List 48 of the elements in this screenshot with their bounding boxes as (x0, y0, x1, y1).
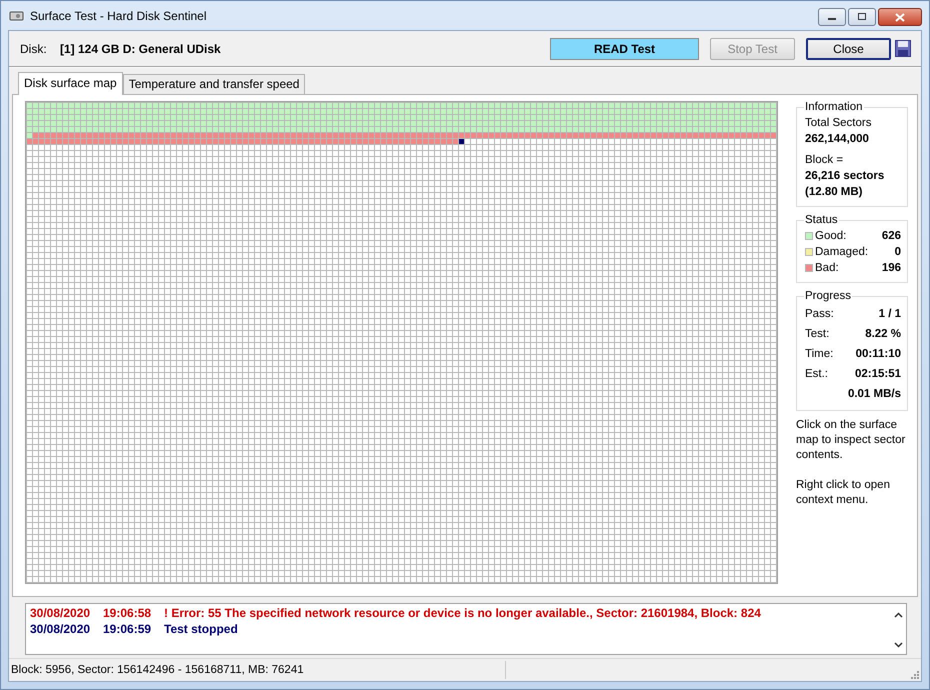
progress-label: Test: (805, 327, 830, 342)
close-button[interactable] (878, 8, 922, 26)
log-time: 19:06:59 (103, 621, 152, 637)
group-title: Information (804, 101, 864, 113)
maximize-icon (857, 13, 867, 21)
status-label: Good: (815, 229, 848, 244)
info-value: 262,144,000 (805, 132, 870, 147)
hint-text: Click on the surface map to inspect sector contents. (796, 418, 906, 463)
progress-value: 0.01 MB/s (848, 387, 901, 402)
scroll-up-icon[interactable] (894, 612, 902, 618)
log-time: 19:06:58 (103, 605, 152, 621)
scroll-down-icon[interactable] (894, 642, 902, 648)
info-label: Block = (805, 153, 844, 168)
tab[interactable]: Disk surface map (18, 72, 123, 95)
toolbar-button[interactable]: Close (806, 38, 891, 60)
progress-label: Est.: (805, 367, 830, 382)
group-title: Progress (804, 290, 852, 302)
maximize-button[interactable] (848, 8, 876, 26)
close-icon (895, 12, 905, 22)
status-label: Bad: (815, 261, 840, 276)
progress-value: 02:15:51 (854, 367, 901, 382)
progress-label: Pass: (805, 307, 835, 322)
status-count: 196 (882, 261, 901, 276)
progress-value: 00:11:10 (856, 347, 901, 362)
log-message: Test stopped (164, 621, 238, 637)
hint-text: Right click to open context menu. (796, 478, 891, 508)
save-icon[interactable] (895, 40, 911, 57)
log-date: 30/08/2020 (30, 621, 92, 637)
tab[interactable]: Temperature and transfer speed (122, 74, 306, 94)
info-label: Total Sectors (805, 116, 872, 131)
log-date: 30/08/2020 (30, 605, 92, 621)
resize-grip-icon[interactable] (909, 669, 919, 679)
status-text: Block: 5956, Sector: 156142496 - 156168711, MB: 76241 (11, 664, 305, 676)
window-title: Surface Test - Hard Disk Sentinel (30, 8, 207, 22)
progress-value: 1 / 1 (878, 307, 901, 322)
disk-label: Disk: (20, 42, 48, 56)
info-value: 26,216 sectors (805, 169, 886, 184)
progress-value: 8.22 % (865, 327, 901, 342)
disk-name: [1] 124 GB D: General UDisk (60, 42, 221, 56)
status-label: Damaged: (815, 245, 870, 260)
toolbar-button[interactable]: READ Test (550, 38, 699, 60)
status-count: 0 (894, 245, 901, 260)
status-count: 626 (882, 229, 901, 244)
progress-label: Time: (805, 347, 834, 362)
info-value: (12.80 MB) (805, 185, 864, 200)
log-message: ! Error: 55 The specified network resource or device is no longer available., Sector: 21601984, Block: 824 (164, 605, 761, 621)
minimize-button[interactable] (818, 8, 846, 26)
group-title: Status (804, 214, 839, 226)
